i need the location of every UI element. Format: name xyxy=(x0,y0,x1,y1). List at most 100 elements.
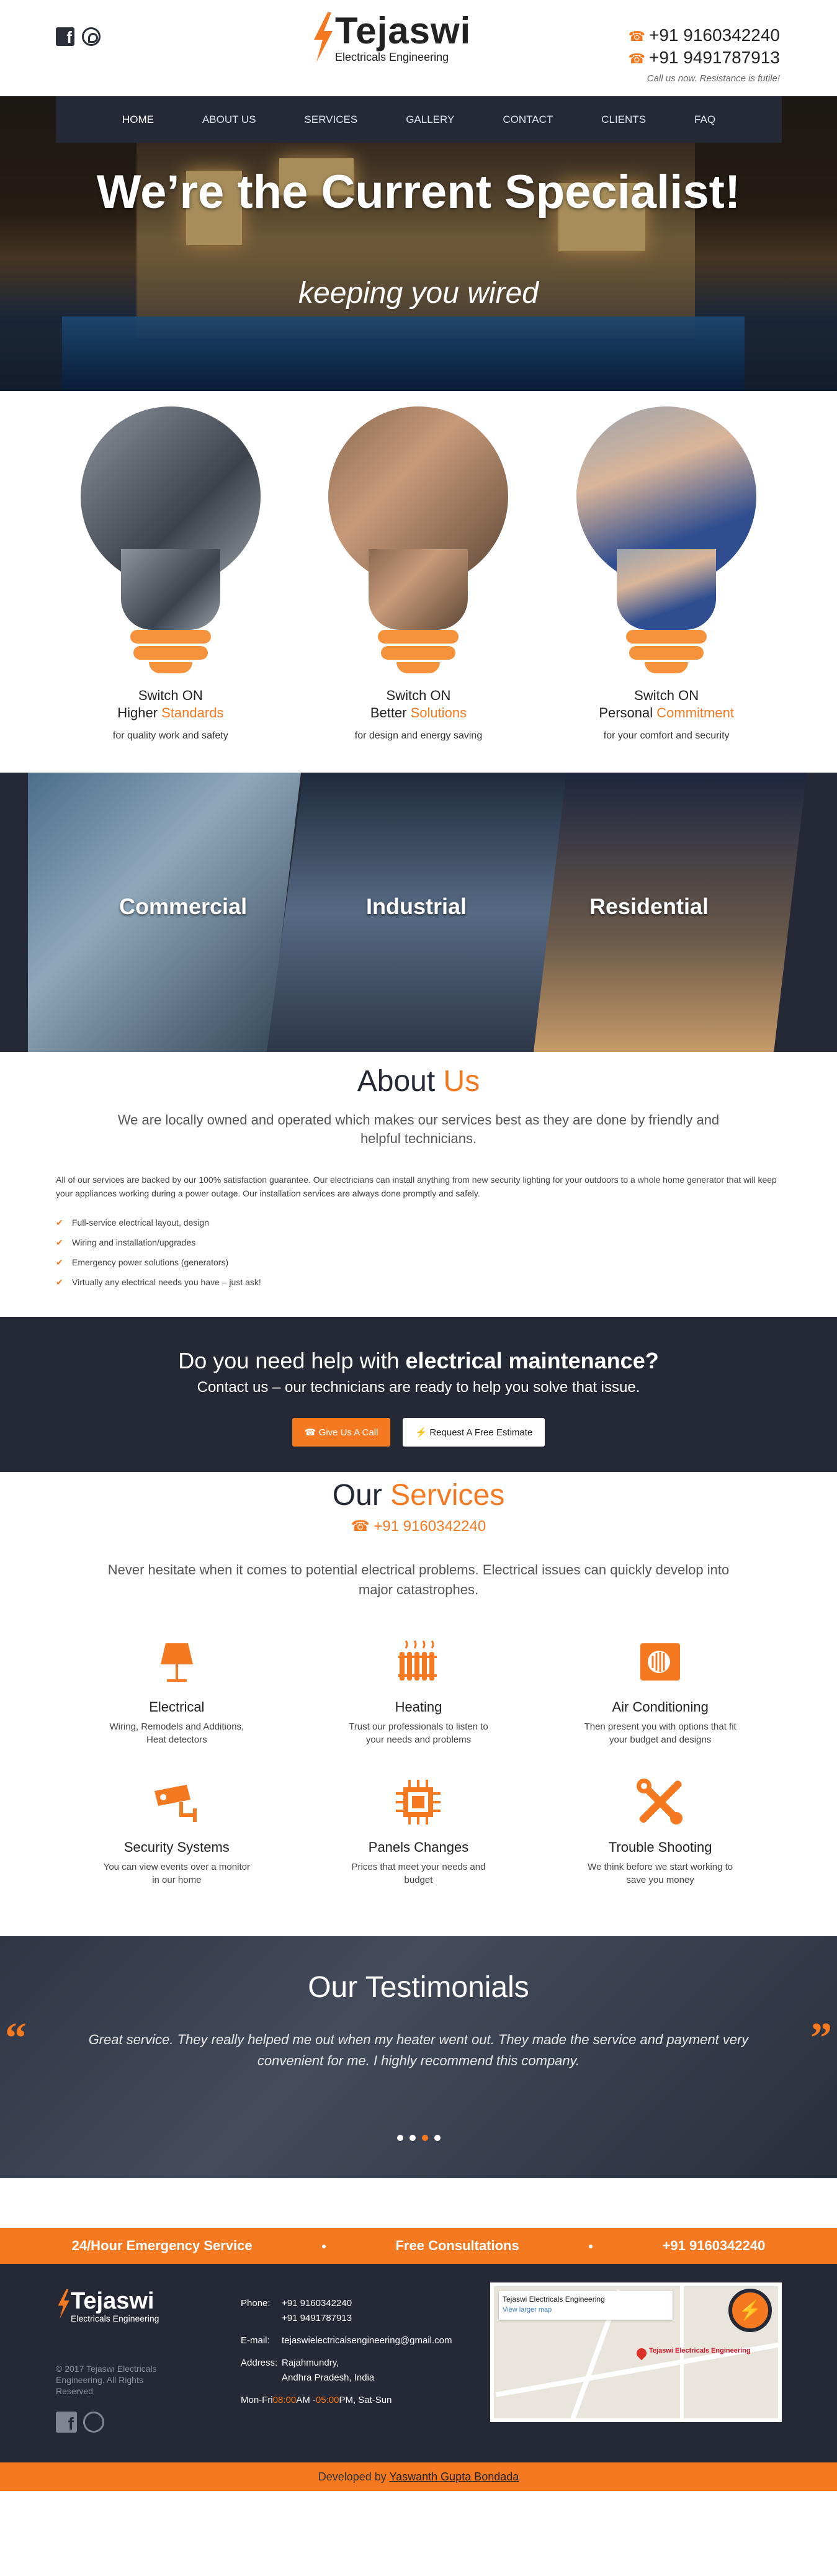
header-phone-2[interactable]: +91 9491787913 xyxy=(629,47,780,70)
features-bulbs: Switch ON Higher Standards for quality w… xyxy=(0,391,837,773)
header-contact: +91 9160342240 +91 9491787913 Call us no… xyxy=(629,25,780,84)
testimonials-title: Our Testimonials xyxy=(308,1971,529,2004)
quote-open-icon: “ xyxy=(5,2014,27,2062)
email-label: E-mail: xyxy=(241,2335,270,2346)
whatsapp-icon[interactable] xyxy=(82,27,101,46)
sector-industrial-label[interactable]: Industrial xyxy=(366,894,467,920)
feature-highlight: Standards xyxy=(161,705,224,720)
facebook-icon[interactable] xyxy=(56,2412,77,2434)
service-desc: We think before we start working to save… xyxy=(588,1862,733,1885)
sectors-banner: Commercial Industrial Residential xyxy=(0,773,837,1052)
service-heating[interactable]: Heating Trust our professionals to liste… xyxy=(298,1637,540,1746)
footer-address-2: Andhra Pradesh, India xyxy=(282,2372,375,2383)
feature-highlight: Solutions xyxy=(410,705,467,720)
carousel-dot[interactable] xyxy=(434,2135,441,2141)
about-body: All of our services are backed by our 10… xyxy=(56,1175,777,1198)
service-security[interactable]: Security Systems You can view events ove… xyxy=(56,1777,298,1887)
feature-line2: Better xyxy=(370,705,411,720)
bulb-image xyxy=(328,406,509,680)
nav-about[interactable]: ABOUT US xyxy=(178,96,280,143)
sector-residential-label[interactable]: Residential xyxy=(589,894,709,920)
list-item: Virtually any electrical needs you have … xyxy=(56,1272,781,1292)
social-links xyxy=(56,27,101,47)
whatsapp-icon[interactable] xyxy=(83,2412,104,2433)
service-name: Trouble Shooting xyxy=(608,1839,712,1855)
service-name: Heating xyxy=(395,1699,442,1715)
carousel-dot[interactable] xyxy=(396,2135,403,2141)
service-desc: You can view events over a monitor in ou… xyxy=(103,1862,250,1885)
list-item: Emergency power solutions (generators) xyxy=(56,1252,781,1272)
feature-line1: Switch ON xyxy=(386,688,451,703)
map-pin-icon[interactable] xyxy=(634,2346,649,2361)
strip-consult: Free Consultations xyxy=(395,2238,519,2253)
main-nav: HOME ABOUT US SERVICES GALLERY CONTACT C… xyxy=(56,96,782,143)
footer-contact-info: Phone: +91 9160342240 +91 9491787913 E-ma… xyxy=(241,2296,452,2415)
carousel-dots xyxy=(0,2135,837,2141)
carousel-dot[interactable] xyxy=(409,2135,416,2141)
nav-home[interactable]: HOME xyxy=(98,96,178,143)
nav-clients[interactable]: CLIENTS xyxy=(577,96,670,143)
footer-phone-2[interactable]: +91 9491787913 xyxy=(282,2311,352,2326)
site-logo[interactable]: Tejaswi Electricals Engineering xyxy=(310,12,471,64)
service-panels[interactable]: Panels Changes Prices that meet your nee… xyxy=(298,1777,540,1887)
hero-subtitle: keeping you wired xyxy=(298,277,539,310)
feature-solutions: Switch ON Better Solutions for design an… xyxy=(316,406,521,763)
testimonials-section: Our Testimonials “ ” Great service. They… xyxy=(0,1936,837,2178)
nav-contact[interactable]: CONTACT xyxy=(478,96,577,143)
info-strip: 24/Hour Emergency Service ● Free Consult… xyxy=(0,2228,837,2264)
nav-faq[interactable]: FAQ xyxy=(670,96,740,143)
feature-line1: Switch ON xyxy=(138,688,203,703)
feature-line1: Switch ON xyxy=(634,688,699,703)
location-map[interactable]: Tejaswi Electricals Engineering View lar… xyxy=(490,2282,782,2422)
estimate-button[interactable]: ⚡ Request A Free Estimate xyxy=(403,1418,545,1447)
nav-gallery[interactable]: GALLERY xyxy=(382,96,478,143)
camera-icon xyxy=(152,1777,202,1827)
about-section: About Us We are locally owned and operat… xyxy=(0,1052,837,1317)
testimonial-quote: Great service. They really helped me out… xyxy=(88,2032,749,2068)
about-title: About Us xyxy=(357,1065,480,1098)
service-troubleshooting[interactable]: Trouble Shooting We think before we star… xyxy=(539,1777,781,1887)
brand-name: Tejaswi xyxy=(335,10,472,52)
service-name: Air Conditioning xyxy=(612,1699,709,1715)
feature-desc: for design and energy saving xyxy=(354,730,483,741)
services-title: Our Services xyxy=(332,1479,505,1512)
service-desc: Then present you with options that fit y… xyxy=(584,1721,736,1745)
map-title: Tejaswi Electricals Engineering xyxy=(503,2295,605,2304)
list-item: Wiring and installation/upgrades xyxy=(56,1232,781,1252)
carousel-dot-active[interactable] xyxy=(421,2135,428,2141)
footer-logo[interactable]: Tejaswi Electricals Engineering xyxy=(56,2289,159,2323)
developer-link[interactable]: Yaswanth Gupta Bondada xyxy=(389,2471,519,2483)
footer-brand: Tejaswi xyxy=(71,2288,154,2314)
header-tagline: Call us now. Resistance is futile! xyxy=(647,73,780,84)
service-desc: Wiring, Remodels and Additions, Heat det… xyxy=(109,1721,244,1745)
service-electrical[interactable]: Electrical Wiring, Remodels and Addition… xyxy=(56,1637,298,1746)
service-name: Security Systems xyxy=(123,1839,230,1855)
facebook-icon[interactable] xyxy=(56,27,74,47)
developer-credit: Developed by Yaswanth Gupta Bondada xyxy=(0,2462,837,2491)
footer-email[interactable]: tejaswielectricalsengineering@gmail.com xyxy=(282,2333,452,2348)
strip-phone[interactable]: +91 9160342240 xyxy=(663,2238,766,2254)
bulb-image xyxy=(80,406,261,680)
phone-icon: ☎ xyxy=(304,1427,319,1438)
footer-copyright: © 2017 Tejaswi Electricals Engineering. … xyxy=(56,2364,157,2396)
call-button[interactable]: ☎ Give Us A Call xyxy=(292,1418,391,1447)
feature-desc: for your comfort and security xyxy=(603,730,730,741)
phone-icon: ☎ xyxy=(351,1518,374,1535)
map-info-card: Tejaswi Electricals Engineering View lar… xyxy=(499,2291,673,2320)
about-lead: We are locally owned and operated which … xyxy=(117,1112,720,1146)
bolt-fab-icon[interactable]: ⚡ xyxy=(728,2289,772,2332)
services-section: Our Services ☎ +91 9160342240 Never hesi… xyxy=(0,1472,837,1911)
sector-commercial-label[interactable]: Commercial xyxy=(119,894,247,920)
nav-services[interactable]: SERVICES xyxy=(280,96,382,143)
phone-label: Phone: xyxy=(241,2298,271,2309)
tools-icon xyxy=(635,1777,685,1827)
footer-phone-1[interactable]: +91 9160342240 xyxy=(282,2296,352,2311)
map-larger-link[interactable]: View larger map xyxy=(503,2306,669,2313)
strip-emergency: 24/Hour Emergency Service xyxy=(71,2238,253,2253)
feature-standards: Switch ON Higher Standards for quality w… xyxy=(68,406,273,763)
bolt-icon xyxy=(58,2289,69,2319)
services-phone[interactable]: ☎ +91 9160342240 xyxy=(56,1517,781,1535)
header-phone-1[interactable]: +91 9160342240 xyxy=(629,25,780,47)
feature-line2: Personal xyxy=(599,705,657,720)
service-air-conditioning[interactable]: Air Conditioning Then present you with o… xyxy=(539,1637,781,1746)
